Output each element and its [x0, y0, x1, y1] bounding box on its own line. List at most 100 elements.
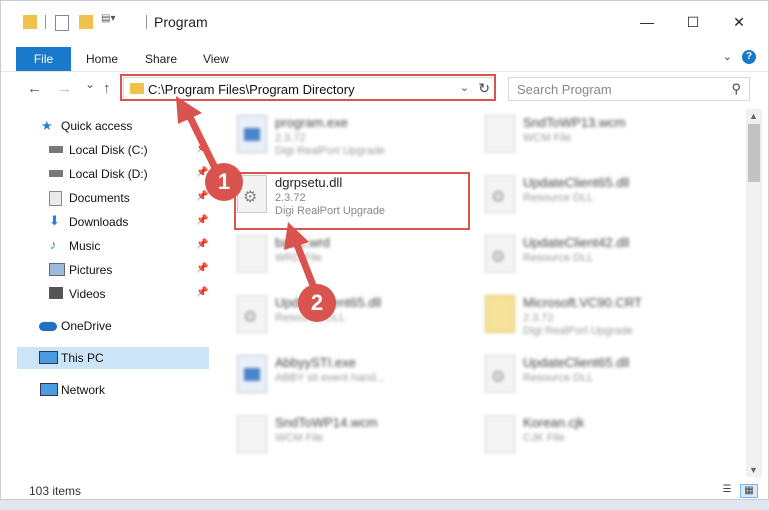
- file-tile[interactable]: Microsoft.VC90.CRT 2.3.72 Digi RealPort …: [467, 289, 707, 345]
- sidebar-item-label: Local Disk (D:): [69, 167, 148, 181]
- file-name: UpdateClient65.dll: [523, 175, 630, 190]
- drive-icon: [49, 170, 63, 177]
- dll-file-icon: [237, 295, 267, 333]
- file-name: UpdateClient65.dll: [523, 355, 630, 370]
- file-tile[interactable]: UpdateClient42.dll Resource DLL: [467, 229, 707, 285]
- pin-icon[interactable]: 📌: [196, 191, 208, 202]
- file-name: Microsoft.VC90.CRT: [523, 295, 642, 310]
- search-icon: ⚲: [731, 81, 741, 96]
- file-tile[interactable]: AbbyySTI.exe ABBY sti event hand...: [219, 349, 459, 405]
- file-version: 2.3.72: [523, 312, 554, 324]
- sidebar-item-pictures[interactable]: Pictures 📌: [1, 259, 209, 281]
- tab-share[interactable]: Share: [145, 52, 177, 66]
- file-name: UpdateClient42.dll: [523, 235, 630, 250]
- document-file-icon: [237, 415, 267, 453]
- tab-home[interactable]: Home: [86, 52, 118, 66]
- computer-icon: [39, 351, 58, 364]
- ribbon-expand-icon[interactable]: ⌄: [723, 50, 732, 63]
- file-tile[interactable]: Korean.cjk CJK File: [467, 409, 707, 465]
- minimize-button[interactable]: —: [624, 7, 670, 37]
- help-icon[interactable]: ?: [742, 50, 756, 64]
- cloud-icon: [39, 322, 57, 331]
- sidebar-item-local-disk-d[interactable]: Local Disk (D:) 📌: [1, 163, 209, 185]
- file-tile[interactable]: UpdateClient65.dll Resource DLL: [219, 289, 459, 345]
- music-icon: ♪: [50, 237, 57, 252]
- videos-icon: [49, 287, 63, 299]
- sidebar-item-label: OneDrive: [61, 319, 112, 333]
- sidebar-item-network[interactable]: Network: [1, 379, 209, 401]
- title-bar: ▤▾ Program — ☐ ✕: [1, 1, 768, 41]
- up-button[interactable]: ↑: [103, 80, 111, 97]
- star-icon: ★: [41, 118, 53, 133]
- file-version: 2.3.72: [275, 132, 306, 144]
- sidebar-item-videos[interactable]: Videos 📌: [1, 283, 209, 305]
- pin-icon[interactable]: 📌: [196, 143, 208, 154]
- file-name: SndToWP14.wcm: [275, 415, 378, 430]
- step-badge-2: 2: [298, 284, 336, 322]
- file-tile[interactable]: SndToWP13.wcm WCM File: [467, 109, 707, 165]
- tab-view[interactable]: View: [203, 52, 229, 66]
- vertical-scrollbar[interactable]: ▲ ▼: [746, 109, 762, 477]
- file-type: WCM File: [275, 432, 324, 444]
- step-badge-1: 1: [205, 163, 243, 201]
- ribbon-tabs: File Home Share View ⌄ ?: [1, 45, 768, 72]
- properties-icon[interactable]: [55, 15, 69, 31]
- file-description: ABBY sti event hand...: [275, 372, 385, 384]
- sidebar-item-quick-access[interactable]: ★ Quick access: [1, 115, 209, 137]
- file-name: program.exe: [275, 115, 348, 130]
- sidebar-item-label: Network: [61, 383, 106, 397]
- pin-icon[interactable]: 📌: [196, 263, 208, 274]
- exe-file-icon: [237, 355, 267, 393]
- status-bar: 103 items ☰ ▦: [1, 479, 768, 499]
- sidebar-item-onedrive[interactable]: OneDrive: [1, 315, 209, 337]
- back-button[interactable]: ←: [27, 80, 42, 97]
- separator: [45, 15, 46, 29]
- close-button[interactable]: ✕: [716, 7, 762, 37]
- scroll-up-icon[interactable]: ▲: [749, 111, 758, 121]
- sidebar-item-music[interactable]: ♪ Music 📌: [1, 235, 209, 257]
- file-type: WCM File: [523, 132, 572, 144]
- file-tile[interactable]: program.exe 2.3.72 Digi RealPort Upgrade: [219, 109, 459, 165]
- maximize-button[interactable]: ☐: [670, 7, 716, 37]
- folder-icon: [23, 15, 37, 29]
- customize-toolbar-icon[interactable]: ▤▾: [101, 13, 125, 27]
- file-highlight: [234, 172, 470, 230]
- pin-icon[interactable]: 📌: [196, 287, 208, 298]
- dll-file-icon: [485, 235, 515, 273]
- network-icon: [40, 383, 58, 396]
- address-bar-highlight: [120, 74, 496, 101]
- document-file-icon: [485, 115, 515, 153]
- sidebar-item-downloads[interactable]: ⬇ Downloads 📌: [1, 211, 209, 233]
- scrollbar-thumb[interactable]: [748, 124, 760, 182]
- sidebar-item-label: Videos: [69, 287, 106, 301]
- exe-file-icon: [237, 115, 267, 153]
- file-tile[interactable]: basic.wrd WRD File: [219, 229, 459, 285]
- sidebar-item-local-disk-c[interactable]: Local Disk (C:) 📌: [1, 139, 209, 161]
- details-view-icon[interactable]: ☰: [719, 484, 735, 496]
- new-folder-icon[interactable]: [79, 15, 93, 29]
- file-tile[interactable]: UpdateClient65.dll Resource DLL: [467, 349, 707, 405]
- sidebar-item-label: Pictures: [69, 263, 113, 277]
- file-description: Digi RealPort Upgrade: [523, 325, 634, 337]
- large-icons-view-icon[interactable]: ▦: [740, 484, 758, 498]
- sidebar-item-this-pc[interactable]: This PC: [17, 347, 209, 369]
- documents-icon: [49, 191, 62, 206]
- pin-icon[interactable]: 📌: [196, 215, 208, 226]
- sidebar-item-documents[interactable]: Documents 📌: [1, 187, 209, 209]
- sidebar-item-label: Music: [69, 239, 101, 253]
- sidebar-item-label: Documents: [69, 191, 130, 205]
- forward-button[interactable]: →: [57, 80, 72, 97]
- sidebar-item-label: Local Disk (C:): [69, 143, 148, 157]
- file-tile[interactable]: UpdateClient65.dll Resource DLL: [467, 169, 707, 225]
- scroll-down-icon[interactable]: ▼: [749, 465, 758, 475]
- recent-locations-button[interactable]: ⌄: [85, 77, 95, 91]
- file-type: Resource DLL: [523, 372, 594, 384]
- search-box[interactable]: Search Program ⚲: [508, 77, 750, 101]
- file-type: CJK File: [523, 432, 565, 444]
- tab-file[interactable]: File: [16, 47, 71, 71]
- sidebar-item-label: This PC: [61, 351, 104, 365]
- pin-icon[interactable]: 📌: [196, 239, 208, 250]
- search-input[interactable]: Search Program: [517, 82, 612, 97]
- file-name: AbbyySTI.exe: [275, 355, 356, 370]
- file-tile[interactable]: SndToWP14.wcm WCM File: [219, 409, 459, 465]
